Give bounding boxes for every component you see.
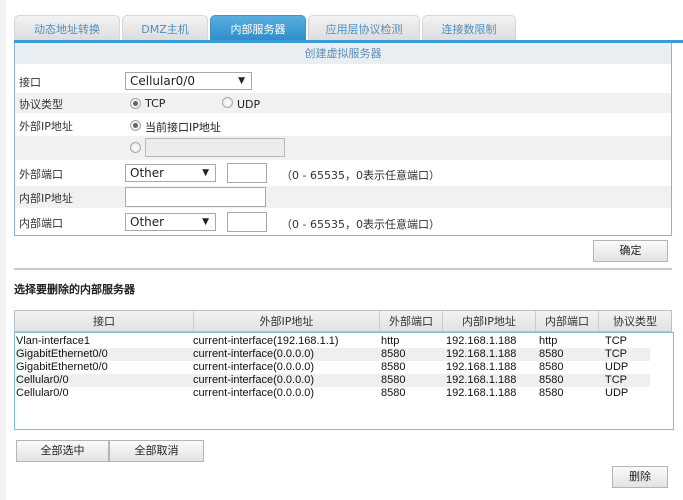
external-port-select[interactable]: Other ▼ bbox=[125, 164, 216, 182]
cell-protocol: UDP bbox=[605, 387, 629, 399]
internal-port-input[interactable] bbox=[227, 212, 267, 232]
custom-ip-radio[interactable] bbox=[130, 142, 141, 153]
internal-port-select[interactable]: Other ▼ bbox=[125, 213, 216, 231]
cell-internal-ip: 192.168.1.188 bbox=[446, 361, 517, 373]
tcp-radio-label: TCP bbox=[145, 97, 166, 110]
table-row[interactable]: Cellular0/0 current-interface(0.0.0.0) 8… bbox=[15, 387, 650, 400]
cell-protocol: TCP bbox=[605, 374, 627, 386]
select-all-button[interactable]: 全部选中 bbox=[16, 440, 109, 462]
deselect-all-button[interactable]: 全部取消 bbox=[109, 440, 204, 462]
dropdown-arrow-icon: ▼ bbox=[202, 217, 209, 227]
delete-button[interactable]: 删除 bbox=[612, 466, 668, 488]
internal-ip-label: 内部IP地址 bbox=[19, 192, 73, 205]
external-port-label: 外部端口 bbox=[19, 168, 63, 181]
cell-interface: GigabitEthernet0/0 bbox=[16, 361, 108, 373]
column-header-internal-port: 内部端口 bbox=[536, 311, 599, 331]
interface-row: 接口 Cellular0/0 ▼ bbox=[15, 71, 671, 91]
column-header-interface: 接口 bbox=[15, 311, 194, 331]
cell-external-port: 8580 bbox=[381, 374, 406, 386]
server-list[interactable]: Vlan-interface1 current-interface(192.16… bbox=[14, 332, 674, 430]
cell-internal-ip: 192.168.1.188 bbox=[446, 335, 517, 347]
udp-radio-label: UDP bbox=[237, 98, 261, 111]
external-ip-row: 外部IP地址 当前接口IP地址 bbox=[15, 115, 671, 135]
table-row[interactable]: Vlan-interface1 current-interface(192.16… bbox=[15, 335, 650, 348]
cell-internal-port: 8580 bbox=[539, 361, 564, 373]
cell-external-port: 8580 bbox=[381, 361, 406, 373]
internal-ip-input[interactable] bbox=[125, 187, 266, 207]
cell-internal-port: 8580 bbox=[539, 387, 564, 399]
udp-radio[interactable] bbox=[222, 97, 233, 108]
column-header-external-port: 外部端口 bbox=[380, 311, 443, 331]
panel-title: 创建虚拟服务器 bbox=[15, 43, 671, 65]
server-table-header: 接口 外部IP地址 外部端口 内部IP地址 内部端口 协议类型 bbox=[14, 310, 672, 332]
table-row[interactable]: GigabitEthernet0/0 current-interface(0.0… bbox=[15, 361, 650, 374]
column-header-external-ip: 外部IP地址 bbox=[194, 311, 380, 331]
tab-dmz-host[interactable]: DMZ主机 bbox=[122, 15, 208, 41]
column-header-internal-ip: 内部IP地址 bbox=[443, 311, 536, 331]
cell-interface: Cellular0/0 bbox=[16, 374, 69, 386]
external-ip-label: 外部IP地址 bbox=[19, 120, 73, 133]
left-edge-strip bbox=[0, 0, 6, 500]
column-header-protocol: 协议类型 bbox=[613, 315, 657, 328]
section-divider bbox=[14, 268, 672, 270]
tab-internal-server[interactable]: 内部服务器 bbox=[210, 15, 306, 41]
dropdown-arrow-icon: ▼ bbox=[202, 168, 209, 178]
cell-external-ip: current-interface(192.168.1.1) bbox=[193, 335, 339, 347]
tab-connection-limit[interactable]: 连接数限制 bbox=[422, 15, 516, 41]
external-port-hint: （0 - 65535，0表示任意端口） bbox=[281, 169, 440, 182]
cell-external-ip: current-interface(0.0.0.0) bbox=[193, 387, 315, 399]
cell-internal-port: 8580 bbox=[539, 374, 564, 386]
dropdown-arrow-icon: ▼ bbox=[238, 76, 245, 86]
cell-external-port: 8580 bbox=[381, 387, 406, 399]
external-port-select-value: Other bbox=[130, 166, 165, 180]
interface-label: 接口 bbox=[19, 76, 41, 89]
delete-section-title: 选择要删除的内部服务器 bbox=[14, 283, 135, 296]
current-interface-ip-radio[interactable] bbox=[130, 120, 141, 131]
cell-interface: Cellular0/0 bbox=[16, 387, 69, 399]
cell-external-port: 8580 bbox=[381, 348, 406, 360]
tab-app-protocol-detect[interactable]: 应用层协议检测 bbox=[308, 15, 420, 41]
protocol-label: 协议类型 bbox=[19, 98, 63, 111]
cell-protocol: TCP bbox=[605, 348, 627, 360]
external-port-input[interactable] bbox=[227, 163, 267, 183]
cell-interface: Vlan-interface1 bbox=[16, 335, 90, 347]
internal-port-hint: （0 - 65535，0表示任意端口） bbox=[281, 218, 440, 231]
cell-internal-ip: 192.168.1.188 bbox=[446, 348, 517, 360]
table-row[interactable]: GigabitEthernet0/0 current-interface(0.0… bbox=[15, 348, 650, 361]
cell-internal-port: 8580 bbox=[539, 348, 564, 360]
confirm-button[interactable]: 确定 bbox=[593, 240, 668, 262]
create-server-panel: 创建虚拟服务器 接口 Cellular0/0 ▼ 协议类型 TCP UDP 外部… bbox=[14, 43, 672, 236]
cell-external-ip: current-interface(0.0.0.0) bbox=[193, 374, 315, 386]
interface-select[interactable]: Cellular0/0 ▼ bbox=[125, 72, 252, 90]
cell-protocol: UDP bbox=[605, 361, 629, 373]
tab-dynamic-nat[interactable]: 动态地址转换 bbox=[14, 15, 120, 41]
cell-interface: GigabitEthernet0/0 bbox=[16, 348, 108, 360]
cell-external-port: http bbox=[381, 335, 400, 347]
cell-external-ip: current-interface(0.0.0.0) bbox=[193, 348, 315, 360]
internal-ip-row: 内部IP地址 bbox=[15, 186, 671, 208]
tcp-radio[interactable] bbox=[130, 98, 141, 109]
internal-port-label: 内部端口 bbox=[19, 217, 63, 230]
internal-port-row: 内部端口 Other ▼ （0 - 65535，0表示任意端口） bbox=[15, 211, 671, 233]
interface-select-value: Cellular0/0 bbox=[130, 74, 195, 88]
table-row[interactable]: Cellular0/0 current-interface(0.0.0.0) 8… bbox=[15, 374, 650, 387]
cell-internal-ip: 192.168.1.188 bbox=[446, 374, 517, 386]
custom-external-ip-row bbox=[15, 136, 671, 160]
custom-external-ip-input[interactable] bbox=[145, 138, 285, 157]
cell-protocol: TCP bbox=[605, 335, 627, 347]
protocol-row: 协议类型 TCP UDP bbox=[15, 93, 671, 113]
external-port-row: 外部端口 Other ▼ （0 - 65535，0表示任意端口） bbox=[15, 162, 671, 184]
cell-internal-ip: 192.168.1.188 bbox=[446, 387, 517, 399]
cell-external-ip: current-interface(0.0.0.0) bbox=[193, 361, 315, 373]
current-interface-ip-label: 当前接口IP地址 bbox=[145, 121, 221, 134]
cell-internal-port: http bbox=[539, 335, 558, 347]
internal-port-select-value: Other bbox=[130, 215, 165, 229]
